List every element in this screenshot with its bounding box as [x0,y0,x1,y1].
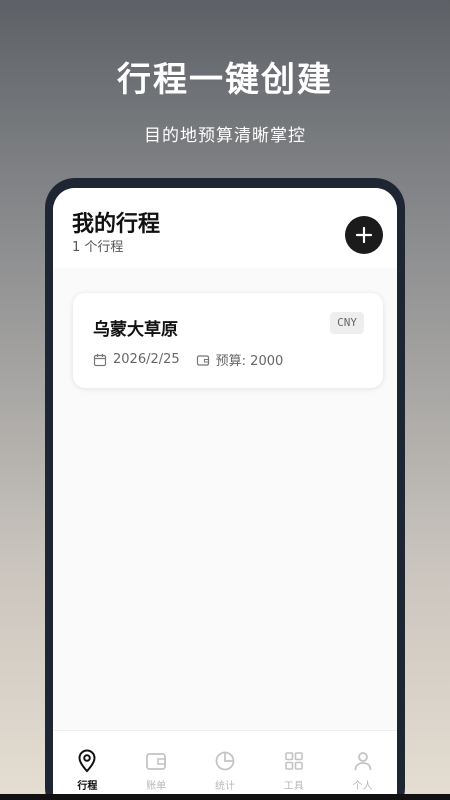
tab-tools[interactable]: 工具 [264,749,324,792]
tab-bills-label: 账单 [146,781,167,792]
trip-date: 2026/2/25 [93,352,180,367]
tab-trips[interactable]: 行程 [57,749,117,792]
trip-budget: 预算: 2000 [196,350,284,369]
add-trip-button[interactable] [345,216,383,254]
tab-bills[interactable]: 账单 [126,749,186,792]
page-header: 我的行程 1 个行程 [53,188,397,268]
page-title: 我的行程 [72,212,161,237]
tab-stats[interactable]: 统计 [195,749,255,792]
device-bottom-bar [0,794,450,800]
tab-tools-label: 工具 [283,781,304,792]
trip-card[interactable]: 乌蒙大草原 CNY 2026/2/25 预算: 2000 [73,293,383,388]
promo-title: 行程一键创建 [117,60,333,100]
trip-meta: 2026/2/25 预算: 2000 [93,350,283,369]
tab-stats-label: 统计 [214,781,235,792]
user-icon [354,752,371,771]
trip-name: 乌蒙大草原 [93,320,178,340]
grid-icon [284,752,303,770]
trip-date-text: 2026/2/25 [113,352,180,367]
pie-chart-icon [215,751,235,771]
trip-count: 1 个行程 [72,240,124,255]
tab-profile-label: 个人 [352,781,373,792]
currency-badge: CNY [330,312,364,334]
app-screen: 我的行程 1 个行程 乌蒙大草原 CNY 2026/2/25 预算: 2000 … [53,188,397,800]
plus-icon [355,226,373,244]
trip-budget-text: 预算: 2000 [215,354,284,369]
calendar-icon [93,353,107,366]
tab-profile[interactable]: 个人 [333,749,393,792]
wallet-icon [146,753,167,770]
tab-trips-label: 行程 [77,781,98,792]
location-pin-icon [78,749,96,773]
promo-subtitle: 目的地预算清晰掌控 [144,126,306,146]
bottom-tab-bar: 行程 账单 统计 工具 个人 [53,730,397,800]
wallet-icon [196,354,209,366]
